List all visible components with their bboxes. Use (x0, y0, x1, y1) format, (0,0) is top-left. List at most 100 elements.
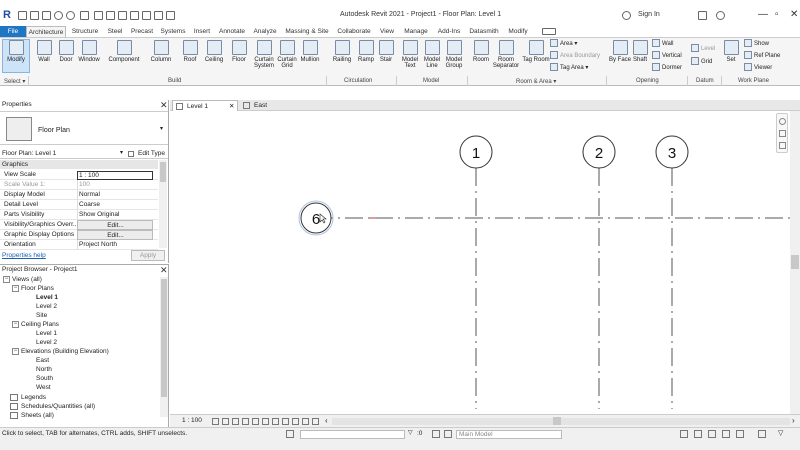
instance-selector[interactable]: Floor Plan: Level 1 (2, 150, 56, 157)
text-icon[interactable] (130, 11, 139, 20)
apply-button[interactable]: Apply (131, 250, 165, 261)
prop-view-scale-value[interactable]: 1 : 100 (77, 171, 153, 180)
collapse-icon[interactable]: − (12, 320, 19, 328)
instance-dropdown-icon[interactable]: ▾ (120, 149, 123, 156)
tree-elevation-west[interactable]: West (36, 383, 51, 392)
ceiling-button[interactable]: Ceiling (200, 40, 228, 63)
properties-scroll-thumb[interactable] (160, 162, 166, 182)
browser-close-icon[interactable]: ✕ (160, 266, 168, 275)
prop-display-model-value[interactable]: Normal (77, 190, 153, 200)
tree-elevations[interactable]: − Elevations (Building Elevation) (12, 347, 109, 356)
edit-type-button[interactable]: Edit Type (138, 150, 165, 157)
zoom-icon[interactable] (779, 130, 786, 137)
temporary-view-properties-icon[interactable] (302, 418, 309, 425)
show-work-plane-button[interactable]: Show (744, 39, 769, 50)
unlock-3d-view-icon[interactable] (272, 418, 279, 425)
view-cube-icon[interactable] (779, 142, 786, 149)
restore-icon[interactable]: ▫ (775, 10, 779, 20)
tree-floor-level-2[interactable]: Level 2 (36, 302, 57, 311)
room-separator-button[interactable]: Room Separator (490, 40, 522, 69)
mullion-button[interactable]: Mullion (296, 40, 324, 63)
area-button[interactable]: Area ▾ (550, 39, 577, 50)
background-processes-icon[interactable] (758, 430, 766, 438)
view-tab-level-1[interactable]: Level 1 ✕ (172, 100, 238, 111)
save-icon[interactable] (30, 11, 39, 20)
area-boundary-button[interactable]: Area Boundary (550, 51, 600, 62)
scroll-left-icon[interactable]: ‹ (325, 416, 328, 425)
tree-ceiling-level-1[interactable]: Level 1 (36, 329, 57, 338)
analytical-model-icon[interactable] (312, 418, 319, 425)
tree-floor-level-1[interactable]: Level 1 (36, 293, 58, 302)
ref-plane-button[interactable]: Ref Plane (744, 51, 780, 62)
select-underlay-icon[interactable] (694, 430, 702, 438)
tree-ceiling-level-2[interactable]: Level 2 (36, 338, 57, 347)
design-options-icon[interactable] (444, 430, 452, 438)
canvas-horizontal-scrollbar[interactable] (332, 418, 790, 425)
show-crop-region-icon[interactable] (262, 418, 269, 425)
detail-level-icon[interactable] (212, 418, 219, 425)
prop-visibility-graphics[interactable]: Visibility/Graphics Overr... Edit... (0, 220, 158, 230)
tree-ceiling-plans[interactable]: − Ceiling Plans (12, 320, 59, 329)
close-icon[interactable]: ✕ (790, 10, 798, 20)
tree-legends[interactable]: Legends (10, 393, 46, 402)
thin-lines-icon[interactable] (166, 11, 175, 20)
measure-icon[interactable] (94, 11, 103, 20)
dimension-icon[interactable] (106, 11, 115, 20)
ribbon-options-icon[interactable] (542, 28, 556, 35)
window-button[interactable]: Window (74, 40, 104, 63)
select-links-icon[interactable] (680, 430, 688, 438)
prop-parts-visibility[interactable]: Parts Visibility Show Original (0, 210, 158, 220)
graphics-category[interactable]: Graphics (0, 160, 158, 169)
grid-button[interactable]: Grid (691, 57, 712, 68)
collapse-icon[interactable]: − (12, 284, 19, 292)
type-dropdown-icon[interactable]: ▾ (160, 125, 163, 132)
tree-elevation-north[interactable]: North (36, 365, 52, 374)
wall-opening-button[interactable]: Wall (652, 39, 673, 50)
prop-orientation[interactable]: Orientation Project North (0, 240, 158, 250)
tree-floor-site[interactable]: Site (36, 311, 47, 320)
user-icon[interactable] (622, 11, 631, 20)
prop-view-scale[interactable]: View Scale 1 : 100 (0, 170, 158, 180)
properties-close-icon[interactable]: ✕ (160, 101, 168, 110)
component-button[interactable]: Component (106, 40, 142, 63)
collapse-icon[interactable]: − (12, 347, 19, 355)
level-button[interactable]: Level (691, 44, 715, 55)
select-panel-label[interactable]: Select ▾ (4, 78, 25, 85)
set-work-plane-button[interactable]: Set (720, 40, 742, 63)
column-button[interactable]: Column (147, 40, 175, 63)
help-icon[interactable] (716, 11, 725, 20)
cart-icon[interactable] (698, 11, 707, 20)
3d-view-icon[interactable] (142, 11, 151, 20)
tab-systems[interactable]: Systems (158, 26, 188, 37)
tab-architecture[interactable]: Architecture (26, 26, 66, 37)
crop-view-icon[interactable] (252, 418, 259, 425)
tab-massing-site[interactable]: Massing & Site (282, 26, 332, 37)
tag-room-button[interactable]: Tag Room (522, 40, 550, 63)
visual-style-icon[interactable] (222, 418, 229, 425)
floor-button[interactable]: Floor (225, 40, 253, 63)
tree-elevation-south[interactable]: South (36, 374, 53, 383)
tab-precast[interactable]: Precast (128, 26, 156, 37)
dormer-button[interactable]: Dormer (652, 63, 682, 74)
sun-path-icon[interactable] (232, 418, 239, 425)
properties-help-link[interactable]: Properties help (2, 252, 46, 259)
main-model-field[interactable]: Main Model (456, 430, 562, 439)
filter-icon[interactable]: ▽ (408, 429, 413, 436)
reveal-hidden-icon[interactable] (292, 418, 299, 425)
temporary-hide-icon[interactable] (282, 418, 289, 425)
filter-selection-icon[interactable]: ▽ (778, 429, 783, 437)
prop-detail-level-value[interactable]: Coarse (77, 200, 153, 210)
prop-graphic-display-options[interactable]: Graphic Display Options Edit... (0, 230, 158, 240)
tree-views-all[interactable]: − Views (all) (3, 275, 42, 284)
sign-in-button[interactable]: Sign In (638, 11, 660, 18)
type-selector[interactable]: Floor Plan ▾ (0, 111, 168, 145)
worksets-icon[interactable] (286, 430, 294, 438)
room-area-panel-label[interactable]: Room & Area ▾ (516, 78, 556, 85)
revit-logo-icon[interactable]: R (3, 9, 11, 21)
shadows-icon[interactable] (242, 418, 249, 425)
tab-annotate[interactable]: Annotate (216, 26, 248, 37)
editable-only-icon[interactable] (432, 430, 440, 438)
tree-sheets[interactable]: Sheets (all) (10, 411, 54, 420)
drag-elements-icon[interactable] (736, 430, 744, 438)
vertical-opening-button[interactable]: Vertical (652, 51, 682, 62)
